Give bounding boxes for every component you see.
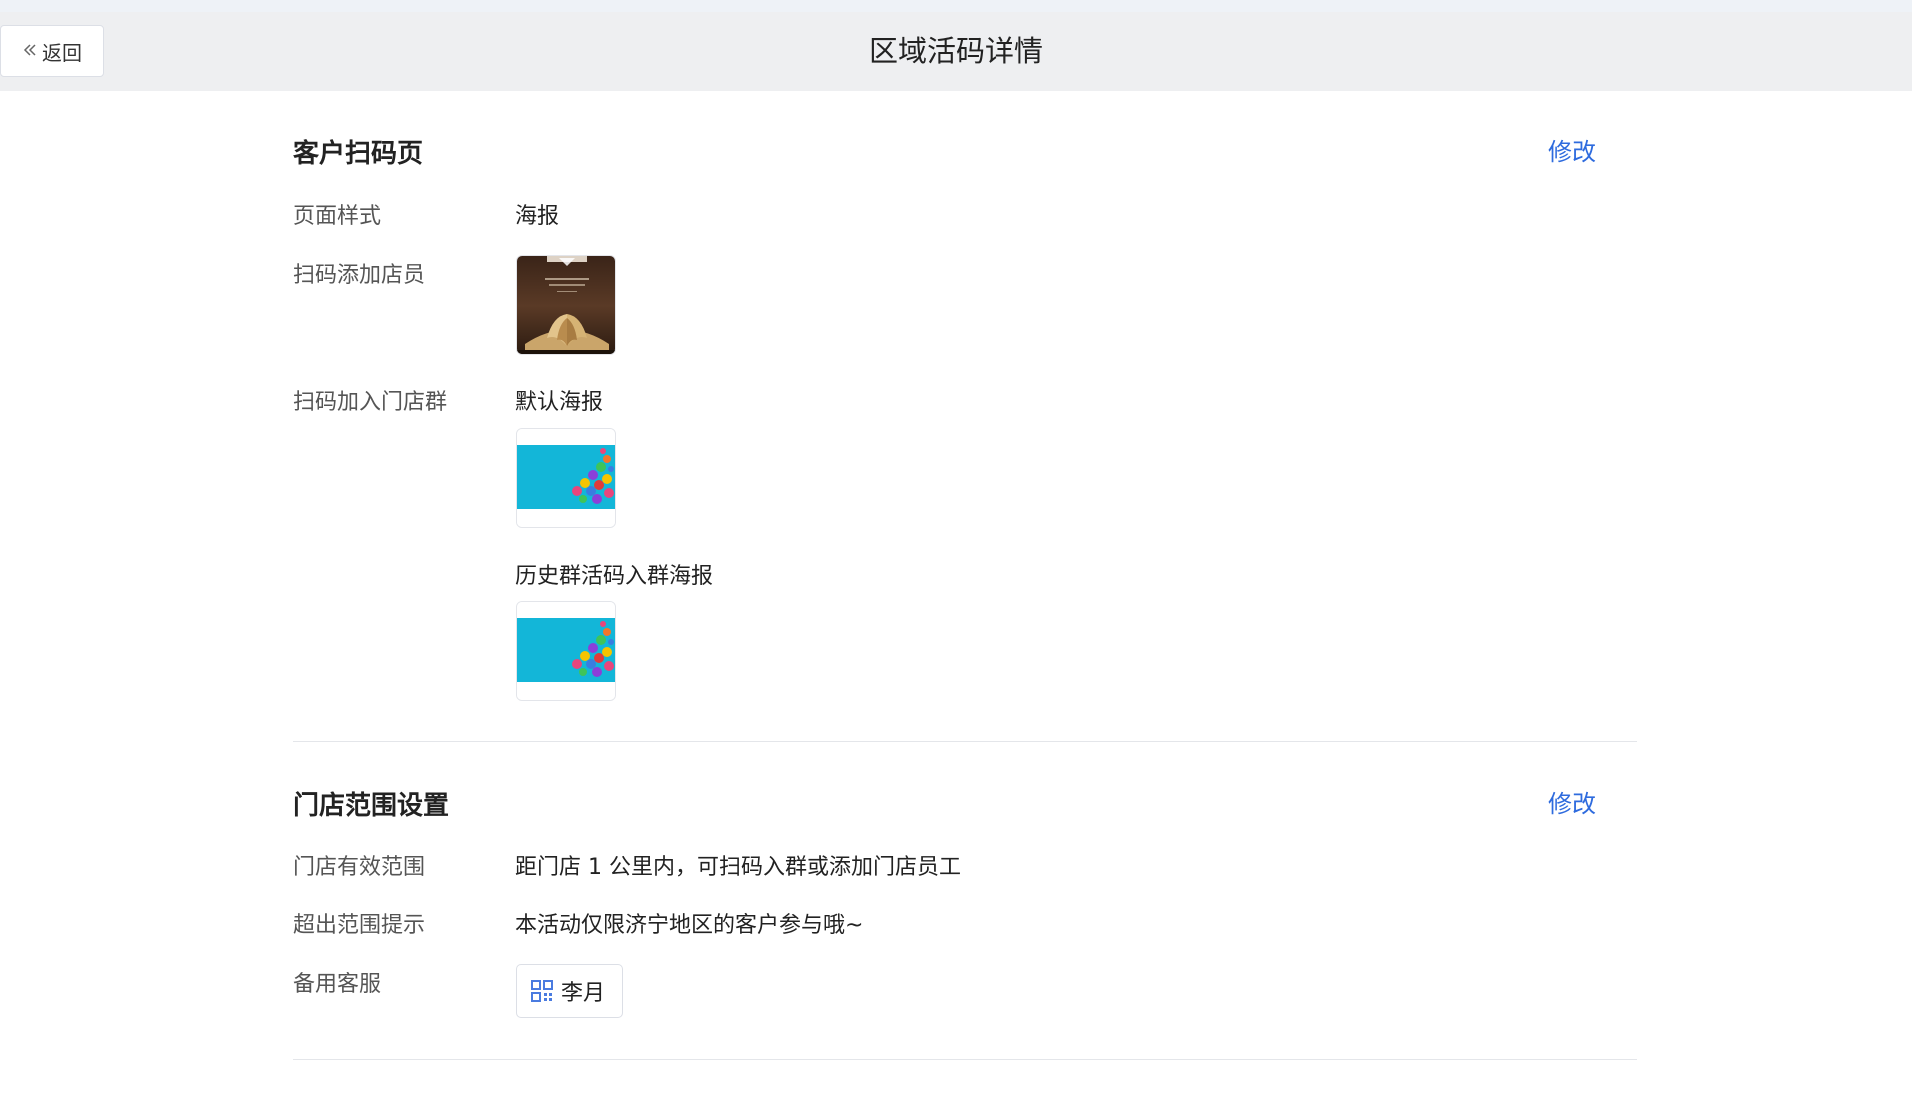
history-poster-label: 历史群活码入群海报 xyxy=(515,564,714,589)
page-style-value: 海报 xyxy=(515,204,560,229)
default-poster-thumbnail[interactable] xyxy=(516,428,616,528)
out-of-range-value: 本活动仅限济宁地区的客户参与哦~ xyxy=(515,913,864,938)
page-style-label: 页面样式 xyxy=(293,204,382,229)
page-header: 返回 区域活码详情 xyxy=(0,12,1912,91)
qrcode-icon xyxy=(531,980,553,1002)
add-staff-label: 扫码添加店员 xyxy=(293,263,426,288)
backup-service-name: 李月 xyxy=(561,981,606,1006)
top-strip xyxy=(0,0,1912,12)
edit-store-range-link[interactable]: 修改 xyxy=(1548,784,1596,819)
valid-range-value: 距门店 1 公里内，可扫码入群或添加门店员工 xyxy=(515,855,961,880)
out-of-range-label: 超出范围提示 xyxy=(293,913,426,938)
backup-service-chip[interactable]: 李月 xyxy=(516,964,623,1018)
back-button[interactable]: 返回 xyxy=(0,25,104,77)
history-poster-thumbnail[interactable] xyxy=(516,601,616,701)
double-chevron-left-icon xyxy=(22,39,38,63)
section-title-scan-page: 客户扫码页 xyxy=(293,139,424,169)
section-divider xyxy=(293,741,1637,742)
edit-scan-page-link[interactable]: 修改 xyxy=(1548,132,1596,167)
default-poster-label: 默认海报 xyxy=(515,390,604,415)
page-title: 区域活码详情 xyxy=(868,34,1043,68)
add-staff-poster-thumbnail[interactable] xyxy=(516,255,616,355)
section-title-store-range: 门店范围设置 xyxy=(293,791,450,821)
back-button-label: 返回 xyxy=(42,40,82,65)
section-divider-bottom xyxy=(293,1059,1637,1060)
valid-range-label: 门店有效范围 xyxy=(293,855,426,880)
join-group-label: 扫码加入门店群 xyxy=(293,390,448,415)
backup-service-label: 备用客服 xyxy=(293,972,382,997)
